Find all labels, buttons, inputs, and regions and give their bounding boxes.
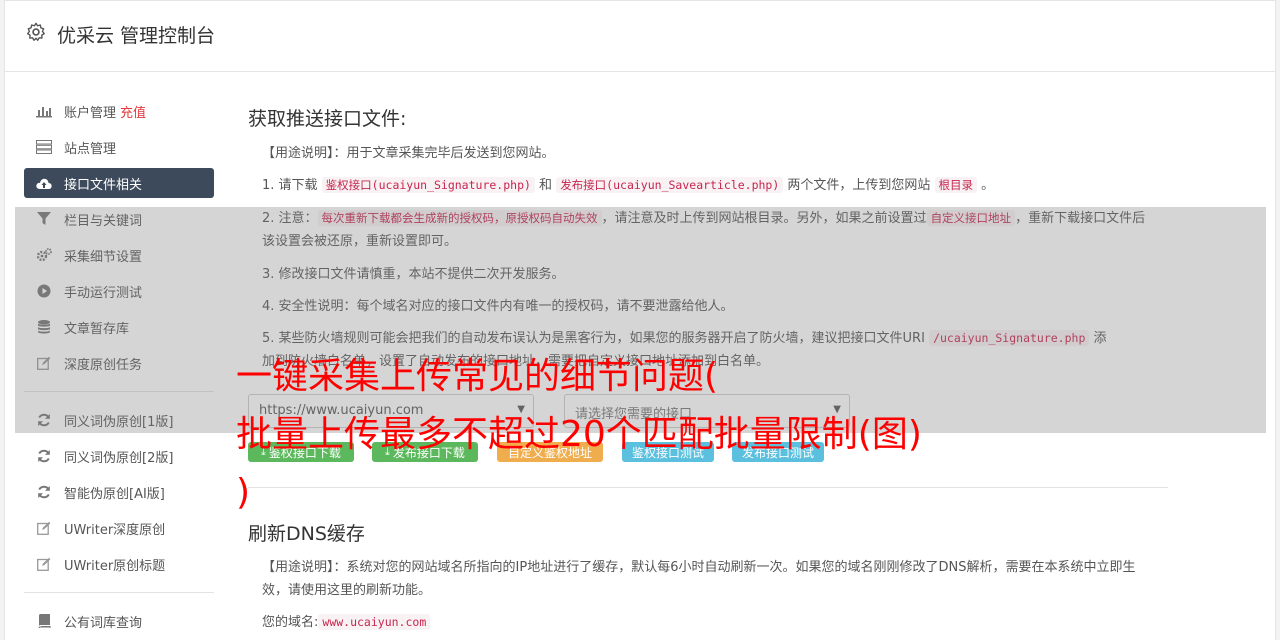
section-title: 获取推送接口文件: [248, 108, 407, 130]
usage-text: ：系统对您的网站域名所指向的IP地址进行了缓存，默认每6小时自动刷新一次。如果您… [262, 560, 1136, 598]
step-text: 。 [977, 178, 995, 193]
code-root-dir: 根目录 [934, 177, 978, 193]
sidebar-item-label: 同义词伪原创[2版] [64, 450, 174, 466]
overlay-banner [15, 207, 1266, 433]
usage-text: ：用于文章采集完毕后发送到您网站。 [333, 146, 555, 161]
sidebar-item-sites[interactable]: 站点管理 [24, 132, 214, 162]
step-1: 1. 请下载 鉴权接口(ucaiyun_Signature.php) 和 发布接… [262, 174, 1152, 197]
sidebar-item-label: 账户管理 [64, 105, 117, 121]
book-icon [36, 613, 52, 629]
sidebar-divider [24, 592, 214, 593]
code-sign-file: 鉴权接口(ucaiyun_Signature.php) [321, 177, 535, 193]
refresh-icon [36, 484, 52, 500]
dns-usage-paragraph: 【用途说明】：系统对您的网站域名所指向的IP地址进行了缓存，默认每6小时自动刷新… [262, 556, 1152, 602]
section-title: 刷新DNS缓存 [248, 523, 365, 545]
overlay-headline-line2: 批量上传最多不超过20个匹配批量限制(图) [236, 414, 922, 455]
step-text: 两个文件，上传到您网站 [783, 178, 935, 193]
domain-label: 您的域名: [262, 615, 319, 630]
sidebar-item-ai-original[interactable]: 智能伪原创[AI版] [24, 477, 214, 507]
usage-label: 【用途说明】 [262, 560, 334, 575]
usage-paragraph: 【用途说明】：用于文章采集完毕后发送到您网站。 [262, 142, 1152, 165]
domain-line: 您的域名: www.ucaiyun.com [262, 611, 1152, 634]
gear-icon [26, 22, 45, 41]
sidebar-item-uwriter-deep[interactable]: UWriter深度原创 [24, 513, 214, 543]
sidebar-item-account[interactable]: 账户管理 充值 [24, 96, 214, 126]
sidebar-item-public-lexicon[interactable]: 公有词库查询 [24, 606, 214, 636]
sidebar-item-label: UWriter深度原创 [64, 522, 166, 538]
server-icon [36, 139, 52, 155]
code-publish-file: 发布接口(ucaiyun_Savearticle.php) [556, 177, 784, 193]
cloud-upload-icon [36, 175, 52, 191]
overlay-headline-line3: ) [236, 472, 251, 513]
usage-label: 【用途说明】 [262, 146, 334, 161]
sidebar-item-label: 公有词库查询 [64, 615, 143, 631]
edit-icon [36, 556, 52, 572]
sidebar-item-uwriter-title[interactable]: UWriter原创标题 [24, 549, 214, 579]
bar-chart-icon [36, 103, 52, 119]
step-text: 和 [534, 178, 557, 193]
sidebar-item-label: UWriter原创标题 [64, 558, 166, 574]
domain-value: www.ucaiyun.com [318, 614, 431, 630]
recharge-link[interactable]: 充值 [120, 102, 146, 121]
sidebar-item-interface-files[interactable]: 接口文件相关 [24, 168, 214, 198]
section-divider [248, 487, 1168, 488]
top-bar: 优采云 管理控制台 [4, 0, 1276, 72]
edit-icon [36, 520, 52, 536]
overlay-headline-line1: 一键采集上传常见的细节问题( [236, 356, 719, 397]
sidebar-item-label: 接口文件相关 [64, 177, 143, 193]
page-title: 优采云 管理控制台 [57, 25, 216, 47]
sidebar-item-label: 站点管理 [64, 141, 117, 157]
sidebar-item-synonym-v2[interactable]: 同义词伪原创[2版] [24, 441, 214, 471]
refresh-icon [36, 448, 52, 464]
step-text: 1. 请下载 [262, 178, 322, 193]
sidebar-item-label: 智能伪原创[AI版] [64, 486, 165, 502]
